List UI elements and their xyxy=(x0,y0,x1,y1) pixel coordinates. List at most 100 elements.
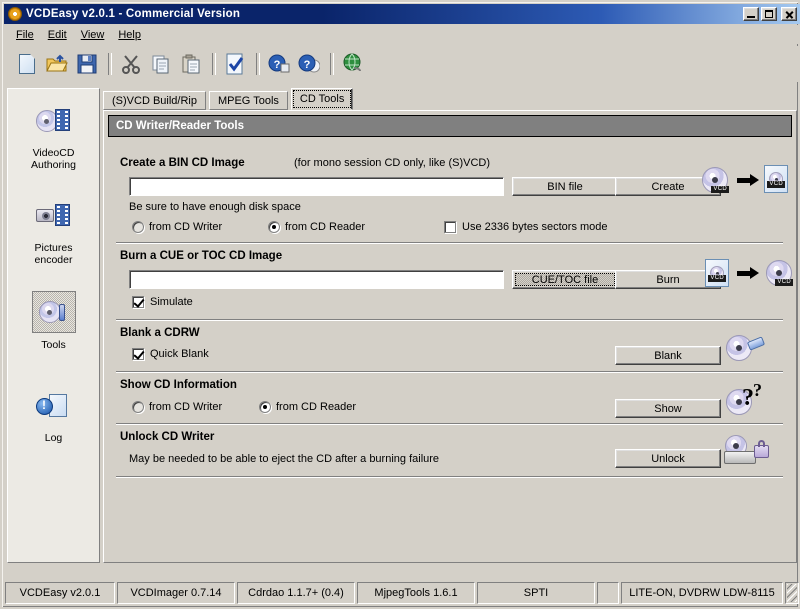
bin-file-browse-button[interactable]: BIN file xyxy=(512,177,618,196)
checkbox-label: Simulate xyxy=(150,296,193,308)
section-divider xyxy=(116,242,783,244)
unlock-title: Unlock CD Writer xyxy=(120,431,215,443)
cut-scissors-icon[interactable] xyxy=(117,50,145,78)
show-info-title: Show CD Information xyxy=(120,379,237,391)
section-divider xyxy=(116,319,783,321)
new-document-icon[interactable] xyxy=(13,50,41,78)
show-button[interactable]: Show xyxy=(615,399,721,418)
panel-header: CD Writer/Reader Tools xyxy=(108,115,792,137)
maximize-button[interactable] xyxy=(761,7,777,21)
copy-icon[interactable] xyxy=(147,50,175,78)
sidebar-label-tools: Tools xyxy=(41,339,66,351)
close-button[interactable] xyxy=(781,7,797,21)
bin-file-icon: VCD xyxy=(764,165,788,193)
cue-toc-file-browse-button[interactable]: CUE/TOC file xyxy=(512,270,618,289)
menu-bar: File Edit View Help xyxy=(5,25,799,44)
drive-lock-icon xyxy=(724,435,772,469)
checkbox-indicator xyxy=(444,221,456,233)
help-context-icon[interactable]: ? xyxy=(265,50,293,78)
radio-indicator xyxy=(132,401,144,413)
simulate-checkbox[interactable]: Simulate xyxy=(132,296,193,308)
cue-file-icon: VCD xyxy=(705,259,729,287)
section-divider xyxy=(116,423,783,425)
application-window: VCDEasy v2.0.1 - Commercial Version File… xyxy=(0,0,800,609)
toolbar-separator xyxy=(256,53,260,75)
sidebar-label-pictures-encoder: Pictures encoder xyxy=(34,242,73,266)
status-mjpegtools-version: MjpegTools 1.6.1 xyxy=(357,582,475,604)
create-bin-note: (for mono session CD only, like (S)VCD) xyxy=(294,157,491,169)
status-vcdimager-version: VCDImager 0.7.14 xyxy=(117,582,235,604)
burn-cue-title: Burn a CUE or TOC CD Image xyxy=(120,250,283,262)
sidebar-item-log[interactable]: Log xyxy=(8,374,99,469)
radio-indicator xyxy=(132,221,144,233)
save-disk-icon[interactable] xyxy=(73,50,101,78)
create-from-cd-writer-radio[interactable]: from CD Writer xyxy=(132,221,222,233)
disc-question-icon: ? ? xyxy=(726,380,772,415)
status-interface: SPTI xyxy=(477,582,595,604)
check-document-icon[interactable] xyxy=(221,50,249,78)
sidebar-label-videocd-authoring: VideoCD Authoring xyxy=(31,147,76,171)
toolbar-separator xyxy=(108,53,112,75)
bin-path-input[interactable] xyxy=(129,177,504,196)
checkbox-indicator xyxy=(132,296,144,308)
create-bin-title: Create a BIN CD Image xyxy=(120,157,245,169)
minimize-button[interactable] xyxy=(743,7,759,21)
videocd-authoring-icon xyxy=(33,101,75,141)
cd-tools-panel: CD Writer/Reader Tools Create a BIN CD I… xyxy=(103,110,797,563)
sidebar-item-videocd-authoring[interactable]: VideoCD Authoring xyxy=(8,89,99,184)
unlock-button[interactable]: Unlock xyxy=(615,449,721,468)
sidebar: VideoCD Authoring Pictures encoder Tools… xyxy=(7,88,100,563)
window-title: VCDEasy v2.0.1 - Commercial Version xyxy=(26,8,241,20)
svg-text:?: ? xyxy=(304,59,311,71)
radio-label: from CD Writer xyxy=(149,401,223,413)
tab-svcd-build-rip[interactable]: (S)VCD Build/Rip xyxy=(103,91,206,110)
create-from-cd-reader-radio[interactable]: from CD Reader xyxy=(268,221,365,233)
log-icon xyxy=(33,386,75,426)
toolbar: ? ? xyxy=(5,46,799,82)
menu-edit[interactable]: Edit xyxy=(41,27,74,43)
radio-label: from CD Writer xyxy=(149,221,223,233)
window-controls xyxy=(743,7,797,21)
tab-strip: (S)VCD Build/Rip MPEG Tools CD Tools xyxy=(103,88,356,110)
sidebar-item-tools[interactable]: Tools xyxy=(8,279,99,374)
status-bar: VCDEasy v2.0.1 VCDImager 0.7.14 Cdrdao 1… xyxy=(5,582,799,604)
cue-path-input[interactable] xyxy=(129,270,504,289)
status-drive: LITE-ON, DVDRW LDW-8115 xyxy=(621,582,783,604)
menu-help[interactable]: Help xyxy=(111,27,148,43)
show-from-cd-writer-radio[interactable]: from CD Writer xyxy=(132,401,222,413)
radio-label: from CD Reader xyxy=(276,401,357,413)
toolbar-separator xyxy=(212,53,216,75)
disc-eraser-icon xyxy=(726,333,770,363)
unlock-hint: May be needed to be able to eject the CD… xyxy=(129,453,440,465)
quick-blank-checkbox[interactable]: Quick Blank xyxy=(132,348,209,360)
sidebar-label-log: Log xyxy=(44,432,63,444)
resize-grip[interactable] xyxy=(785,582,799,604)
show-from-cd-reader-radio[interactable]: from CD Reader xyxy=(259,401,356,413)
cd-disc-vcd-icon: VCD xyxy=(702,167,729,193)
sidebar-item-pictures-encoder[interactable]: Pictures encoder xyxy=(8,184,99,279)
use-2336-sectors-checkbox[interactable]: Use 2336 bytes sectors mode xyxy=(444,221,608,233)
blank-cdrw-title: Blank a CDRW xyxy=(120,327,200,339)
section-divider xyxy=(116,476,783,478)
paste-icon[interactable] xyxy=(177,50,205,78)
menu-view[interactable]: View xyxy=(74,27,112,43)
svg-text:?: ? xyxy=(274,59,281,71)
radio-indicator xyxy=(268,221,280,233)
blank-button[interactable]: Blank xyxy=(615,346,721,365)
menu-file[interactable]: File xyxy=(9,27,41,43)
section-divider xyxy=(116,371,783,373)
arrow-right-icon xyxy=(737,174,759,186)
tab-mpeg-tools[interactable]: MPEG Tools xyxy=(208,91,288,110)
globe-web-icon[interactable] xyxy=(339,50,367,78)
open-folder-icon[interactable] xyxy=(43,50,71,78)
title-bar: VCDEasy v2.0.1 - Commercial Version xyxy=(4,4,800,24)
checkbox-label: Quick Blank xyxy=(150,348,209,360)
create-bin-hint: Be sure to have enough disk space xyxy=(129,201,301,213)
help-question-icon[interactable]: ? xyxy=(295,50,323,78)
radio-label: from CD Reader xyxy=(285,221,366,233)
main-content: (S)VCD Build/Rip MPEG Tools CD Tools CD … xyxy=(103,88,797,563)
tab-cd-tools[interactable]: CD Tools xyxy=(290,88,354,110)
cd-disc-vcd-icon: VCD xyxy=(766,260,793,286)
checkbox-indicator xyxy=(132,348,144,360)
checkbox-label: Use 2336 bytes sectors mode xyxy=(462,221,608,233)
